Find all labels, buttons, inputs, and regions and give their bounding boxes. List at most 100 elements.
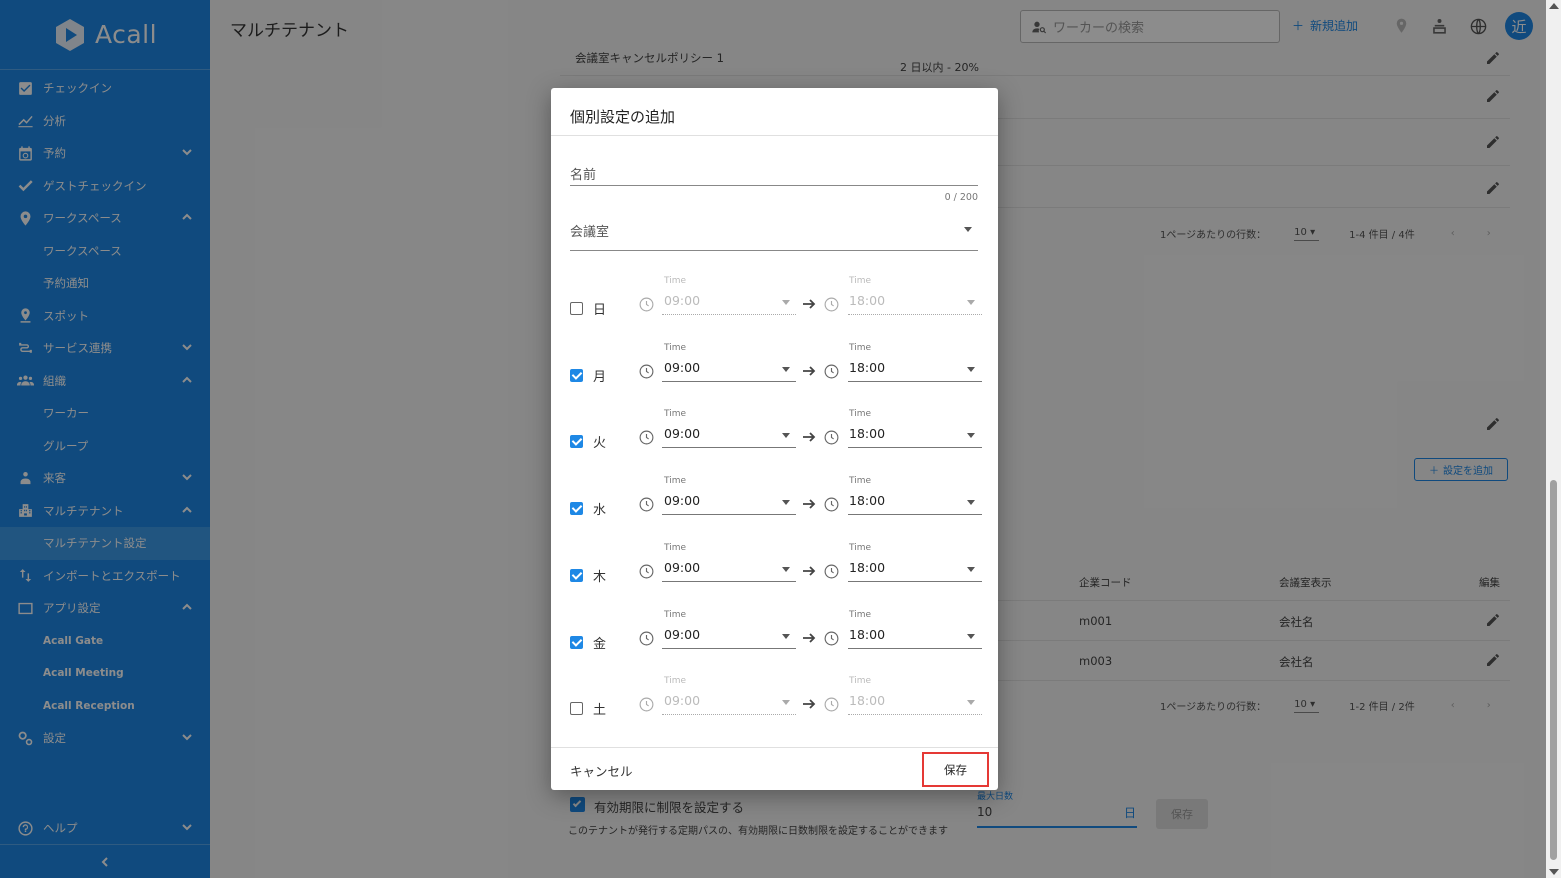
end-time-input[interactable]: 18:00 <box>849 426 885 441</box>
start-time-underline <box>662 514 796 516</box>
end-time-input[interactable]: 18:00 <box>849 560 885 575</box>
dropdown-caret-icon[interactable] <box>782 566 790 572</box>
dropdown-caret-icon[interactable] <box>782 500 790 506</box>
start-time-input[interactable]: 09:00 <box>664 426 700 441</box>
day-row-mon: 月 Time 09:00 Time 18:00 <box>551 343 998 403</box>
clock-icon <box>823 496 840 513</box>
scrollbar-thumb[interactable] <box>1550 480 1557 860</box>
end-time-underline <box>848 380 982 382</box>
name-field[interactable]: 名前 <box>570 164 596 183</box>
dialog-title: 個別設定の追加 <box>570 108 676 126</box>
day-checkbox[interactable] <box>570 368 583 382</box>
arrow-right-icon <box>801 630 817 646</box>
day-checkbox[interactable] <box>570 502 583 516</box>
end-time-underline <box>848 647 982 649</box>
save-button[interactable]: 保存 <box>922 752 989 787</box>
day-row-sat: 土 Time 09:00 Time 18:00 <box>551 676 998 736</box>
end-time-input[interactable]: 18:00 <box>849 293 885 308</box>
day-checkbox[interactable] <box>570 568 583 582</box>
dropdown-caret-icon[interactable] <box>782 433 790 439</box>
end-time-label: Time <box>849 276 872 286</box>
day-label: 日 <box>593 303 607 318</box>
end-time-underline <box>848 714 982 716</box>
end-time-underline <box>848 580 982 582</box>
end-time-label: Time <box>849 342 872 353</box>
clock-icon <box>823 696 840 713</box>
cancel-button[interactable]: キャンセル <box>570 761 633 780</box>
end-time-underline <box>848 447 982 449</box>
start-time-label: Time <box>664 276 687 286</box>
dropdown-caret-icon[interactable] <box>967 500 975 506</box>
scrollbar[interactable] <box>1546 0 1561 878</box>
end-time-input[interactable]: 18:00 <box>849 360 885 375</box>
start-time-input[interactable]: 09:00 <box>664 293 700 308</box>
name-char-counter: 0 / 200 <box>944 192 978 203</box>
start-time-input[interactable]: 09:00 <box>664 560 700 575</box>
day-checkbox[interactable] <box>570 435 583 449</box>
start-time-input[interactable]: 09:00 <box>664 493 700 508</box>
arrow-right-icon <box>801 696 817 712</box>
end-time-label: Time <box>849 476 872 487</box>
arrow-right-icon <box>801 296 817 312</box>
arrow-right-icon <box>801 363 817 379</box>
end-time-label: Time <box>849 676 872 687</box>
dropdown-caret-icon[interactable] <box>967 700 975 706</box>
clock-icon <box>638 563 655 580</box>
day-label: 火 <box>593 436 607 452</box>
clock-icon <box>823 296 840 313</box>
scroll-down-icon[interactable] <box>1549 869 1559 875</box>
start-time-underline <box>662 314 796 315</box>
dropdown-caret-icon[interactable] <box>782 366 790 372</box>
end-time-underline <box>848 514 982 516</box>
clock-icon <box>823 429 840 446</box>
start-time-label: Time <box>664 476 687 487</box>
day-label: 水 <box>593 503 607 519</box>
dropdown-caret-icon[interactable] <box>967 566 975 572</box>
day-label: 月 <box>593 369 607 385</box>
dropdown-caret-icon[interactable] <box>782 300 790 305</box>
start-time-input[interactable]: 09:00 <box>664 627 700 642</box>
dropdown-caret-icon[interactable] <box>967 433 975 439</box>
start-time-label: Time <box>664 342 687 353</box>
clock-icon <box>638 696 655 713</box>
clock-icon <box>638 363 655 380</box>
clock-icon <box>823 563 840 580</box>
end-time-label: Time <box>849 409 872 420</box>
dropdown-caret-icon <box>964 227 972 232</box>
start-time-underline <box>662 380 796 382</box>
dialog-footer-divider <box>551 747 998 748</box>
clock-icon <box>638 630 655 647</box>
end-time-input[interactable]: 18:00 <box>849 627 885 642</box>
end-time-label: Time <box>849 542 872 553</box>
end-time-underline <box>848 314 982 315</box>
end-time-label: Time <box>849 609 872 620</box>
dropdown-caret-icon[interactable] <box>782 700 790 706</box>
day-row-sun: 日 Time 09:00 Time 18:00 <box>551 276 998 336</box>
day-checkbox[interactable] <box>570 702 583 716</box>
start-time-label: Time <box>664 542 687 553</box>
clock-icon <box>638 496 655 513</box>
dropdown-caret-icon[interactable] <box>967 633 975 639</box>
start-time-input[interactable]: 09:00 <box>664 360 700 375</box>
start-time-label: Time <box>664 676 687 687</box>
arrow-right-icon <box>801 496 817 512</box>
day-checkbox[interactable] <box>570 302 583 315</box>
day-row-wed: 水 Time 09:00 Time 18:00 <box>551 476 998 536</box>
dropdown-caret-icon[interactable] <box>967 300 975 305</box>
clock-icon <box>638 296 655 313</box>
day-label: 土 <box>593 703 607 719</box>
arrow-right-icon <box>801 563 817 579</box>
day-label: 木 <box>593 569 607 585</box>
start-time-input[interactable]: 09:00 <box>664 693 700 708</box>
end-time-input[interactable]: 18:00 <box>849 693 885 708</box>
day-checkbox[interactable] <box>570 635 583 649</box>
start-time-underline <box>662 647 796 649</box>
scroll-up-icon[interactable] <box>1549 3 1559 9</box>
room-select[interactable]: 会議室 <box>570 221 609 240</box>
day-row-fri: 金 Time 09:00 Time 18:00 <box>551 610 998 670</box>
dropdown-caret-icon[interactable] <box>782 633 790 639</box>
clock-icon <box>638 429 655 446</box>
end-time-input[interactable]: 18:00 <box>849 493 885 508</box>
dropdown-caret-icon[interactable] <box>967 366 975 372</box>
clock-icon <box>823 630 840 647</box>
